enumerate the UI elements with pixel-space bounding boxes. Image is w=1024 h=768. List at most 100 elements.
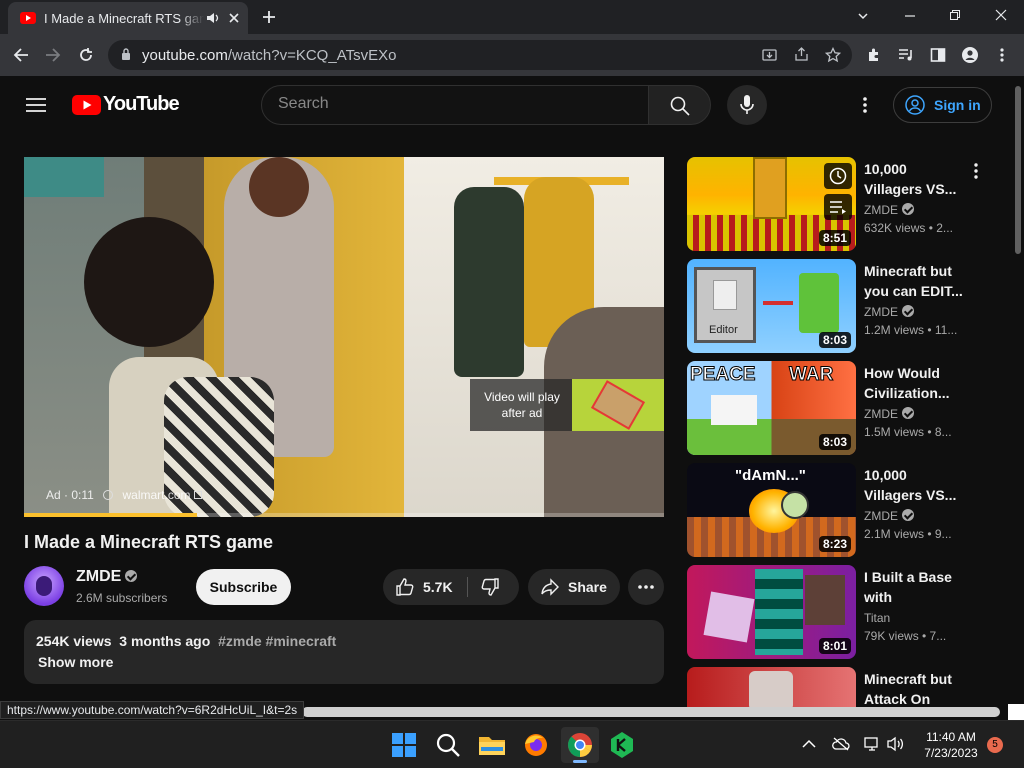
- new-tab-icon[interactable]: [262, 10, 276, 24]
- tab-search-chevron-icon[interactable]: [857, 10, 869, 22]
- volume-icon[interactable]: [887, 736, 905, 752]
- horizontal-scrollbar[interactable]: [302, 707, 1000, 717]
- taskbar-search-button[interactable]: [433, 730, 463, 760]
- browser-toolbar: youtube.com/watch?v=KCQ_ATsvEXo: [0, 34, 1024, 76]
- thumb-crystal: [703, 591, 755, 643]
- video-player[interactable]: Video will play after ad Ad · 0:11 walma…: [24, 157, 664, 517]
- browser-menu-icon[interactable]: [999, 47, 1005, 63]
- description-box[interactable]: 254K views 3 months ago #zmde #minecraft…: [24, 620, 664, 684]
- tray-chevron-up-icon[interactable]: [802, 739, 816, 749]
- install-app-icon[interactable]: [762, 48, 777, 62]
- recommended-stats: 1.2M views • 11...: [864, 323, 958, 337]
- clock-date: 7/23/2023: [924, 746, 978, 760]
- recommended-video[interactable]: 8:51 10,000 Villagers VS... ZMDE 632K vi…: [687, 157, 997, 251]
- taskbar-clock[interactable]: 11:40 AM 7/23/2023: [920, 729, 982, 761]
- clock-time: 11:40 AM: [926, 730, 976, 744]
- recommended-video[interactable]: Editor 8:03 Minecraft but you can EDIT..…: [687, 259, 997, 353]
- recommended-title[interactable]: 10,000 Villagers VS...: [864, 465, 964, 505]
- vertical-scrollbar[interactable]: [1012, 80, 1024, 720]
- network-icon[interactable]: [864, 736, 880, 752]
- address-bar[interactable]: youtube.com/watch?v=KCQ_ATsvEXo: [108, 40, 852, 70]
- recommended-channel[interactable]: Titan: [864, 611, 890, 625]
- search-box[interactable]: [261, 85, 649, 125]
- windows-taskbar: 11:40 AM 7/23/2023 5: [0, 720, 1024, 768]
- clock-icon: [829, 167, 847, 185]
- bookmark-star-icon[interactable]: [825, 47, 841, 63]
- chrome-button[interactable]: [561, 727, 599, 763]
- ad-overlay-preview[interactable]: Video will play after ad: [470, 379, 664, 431]
- dislike-button[interactable]: [468, 569, 519, 605]
- ad-domain-link[interactable]: walmart.com: [123, 488, 191, 502]
- close-tab-icon[interactable]: [228, 12, 240, 24]
- recommended-title[interactable]: I Built a Base with Minecraf...: [864, 567, 964, 607]
- side-panel-icon[interactable]: [930, 47, 946, 63]
- like-dislike-group: 5.7K: [383, 569, 519, 605]
- tab-title: I Made a Minecraft RTS game: [44, 11, 204, 26]
- recommended-title[interactable]: 10,000 Villagers VS...: [864, 159, 964, 199]
- video-thumbnail[interactable]: "dAmN..." 8:23: [687, 463, 856, 557]
- kodi-button[interactable]: [607, 730, 637, 760]
- share-page-icon[interactable]: [794, 47, 809, 62]
- video-thumbnail[interactable]: [687, 667, 856, 707]
- recommended-title[interactable]: Minecraft but Attack On Tita...: [864, 669, 964, 707]
- more-actions-button[interactable]: [628, 569, 664, 605]
- show-more-button[interactable]: Show more: [38, 654, 113, 670]
- video-thumbnail[interactable]: 8:51: [687, 157, 856, 251]
- video-thumbnail[interactable]: Editor 8:03: [687, 259, 856, 353]
- recommended-channel[interactable]: ZMDE: [864, 203, 914, 217]
- minimize-icon[interactable]: [904, 10, 916, 22]
- recommended-video[interactable]: 8:01 I Built a Base with Minecraf... Tit…: [687, 565, 997, 659]
- youtube-logo[interactable]: YouTube: [72, 92, 180, 118]
- cloud-offline-icon[interactable]: [832, 737, 850, 751]
- hamburger-menu-icon[interactable]: [26, 97, 46, 113]
- youtube-header: YouTube Sign in: [0, 76, 1012, 134]
- add-to-queue-button[interactable]: [824, 194, 852, 220]
- start-button[interactable]: [389, 730, 419, 760]
- reload-icon[interactable]: [78, 47, 94, 63]
- hashtags[interactable]: #zmde #minecraft: [218, 633, 336, 649]
- recommended-video[interactable]: PEACE WAR 8:03 How Would Civilization...…: [687, 361, 997, 455]
- share-button[interactable]: Share: [528, 569, 620, 605]
- duration-badge: 8:01: [818, 638, 851, 654]
- forward-arrow-icon[interactable]: [45, 47, 61, 63]
- subscribe-button[interactable]: Subscribe: [196, 569, 291, 605]
- lock-icon[interactable]: [121, 48, 131, 61]
- duration-badge: 8:23: [818, 536, 851, 552]
- like-button[interactable]: 5.7K: [383, 569, 467, 605]
- recommended-video[interactable]: Minecraft but Attack On Tita...: [687, 667, 997, 707]
- next-video-thumbnail: [572, 379, 664, 431]
- recommended-channel[interactable]: ZMDE: [864, 407, 914, 421]
- video-progress-bar[interactable]: [24, 513, 664, 517]
- recommended-video[interactable]: "dAmN..." 8:23 10,000 Villagers VS... ZM…: [687, 463, 997, 557]
- notification-badge[interactable]: 5: [987, 737, 1003, 753]
- browser-tab[interactable]: I Made a Minecraft RTS game: [8, 2, 248, 34]
- settings-more-icon[interactable]: [862, 97, 868, 113]
- profile-icon[interactable]: [962, 47, 978, 63]
- speaker-icon[interactable]: [206, 12, 220, 24]
- sign-in-button[interactable]: Sign in: [893, 87, 992, 123]
- recommended-title[interactable]: How Would Civilization...: [864, 363, 964, 403]
- video-menu-icon[interactable]: [973, 163, 979, 179]
- recommended-channel[interactable]: ZMDE: [864, 305, 914, 319]
- close-window-icon[interactable]: [995, 9, 1007, 21]
- media-control-icon[interactable]: [898, 47, 914, 63]
- video-thumbnail[interactable]: PEACE WAR 8:03: [687, 361, 856, 455]
- dark-jacket: [454, 187, 524, 377]
- search-button[interactable]: [648, 85, 711, 125]
- scrollbar-thumb[interactable]: [1015, 86, 1021, 254]
- scroll-corner: [1008, 704, 1024, 720]
- recommended-channel[interactable]: ZMDE: [864, 509, 914, 523]
- voice-search-button[interactable]: [727, 85, 767, 125]
- firefox-button[interactable]: [521, 730, 551, 760]
- extensions-puzzle-icon[interactable]: [866, 47, 882, 63]
- search-input[interactable]: [278, 95, 628, 113]
- channel-avatar[interactable]: [24, 566, 64, 606]
- info-icon[interactable]: [103, 490, 114, 500]
- file-explorer-button[interactable]: [477, 730, 507, 760]
- channel-name[interactable]: ZMDE: [76, 568, 138, 586]
- video-thumbnail[interactable]: 8:01: [687, 565, 856, 659]
- back-arrow-icon[interactable]: [13, 47, 29, 63]
- watch-later-button[interactable]: [824, 163, 852, 189]
- recommended-title[interactable]: Minecraft but you can EDIT...: [864, 261, 964, 301]
- restore-icon[interactable]: [949, 9, 961, 21]
